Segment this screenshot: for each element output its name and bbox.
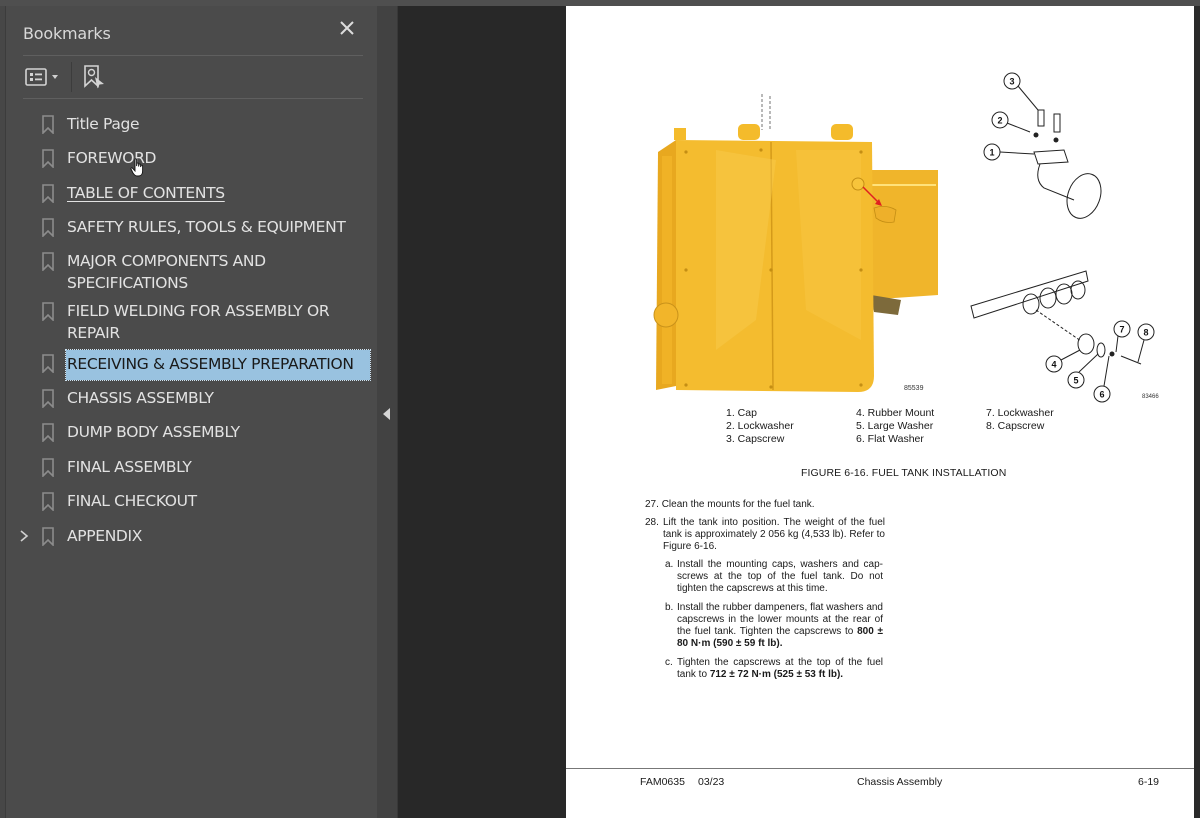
pdf-page: 85539 3 2 1 7 8 4 5 6 83466 1. Cap 2. Lo… <box>566 6 1194 818</box>
bookmark-icon <box>42 527 54 546</box>
footer-page-number: 6-19 <box>1138 776 1160 788</box>
bookmark-icon <box>42 252 54 271</box>
bookmark-label: TABLE OF CONTENTS <box>67 184 225 202</box>
close-icon <box>340 21 354 35</box>
substep-letter: b. <box>665 602 674 613</box>
bookmarks-panel: Bookmarks Title Page FOREWORD TABLE OF C… <box>6 6 377 818</box>
step-28: 28. Lift the tank into position. The wei… <box>645 517 885 553</box>
step-27: 27. Clean the mounts for the fuel tank. <box>645 499 885 511</box>
rubber-mount-diagram: 7 8 4 5 6 <box>970 270 1155 403</box>
bookmark-label-selected: RECEIVING & ASSEMBLY PREPARATION <box>65 349 371 381</box>
legend-column-2: 4. Rubber Mount 5. Large Washer 6. Flat … <box>856 407 934 446</box>
step-number: 28. <box>645 517 659 528</box>
callout-6: 6 <box>1099 390 1104 400</box>
callout-2: 2 <box>997 116 1002 126</box>
footer-section: Chassis Assembly <box>857 776 943 788</box>
toolbar-separator <box>71 62 72 92</box>
figure-caption: FIGURE 6-16. FUEL TANK INSTALLATION <box>801 467 1007 479</box>
torque-value: 712 ± 72 N·m (525 ± 53 ft lb). <box>709 669 844 680</box>
legend-item: 6. Flat Washer <box>856 433 924 445</box>
footer-rule <box>566 768 1194 769</box>
substep-a: a. Install the mounting caps, washers an… <box>665 559 883 595</box>
footer-date: 03/23 <box>698 776 725 788</box>
legend-column-1: 1. Cap 2. Lockwasher 3. Capscrew <box>726 407 794 446</box>
bookmark-icon <box>42 115 54 134</box>
photo-reference-number: 85539 <box>904 385 924 392</box>
viewport-right-edge <box>1194 6 1200 818</box>
legend-item: 2. Lockwasher <box>726 420 794 432</box>
diagram-reference-number: 83466 <box>1142 394 1159 400</box>
legend-item: 3. Capscrew <box>726 433 785 445</box>
bookmark-label: DUMP BODY ASSEMBLY <box>67 423 240 441</box>
collapse-panel-arrow-icon[interactable] <box>383 408 390 420</box>
cap-mount-diagram: 3 2 1 <box>983 72 1102 219</box>
substep-b: b. Install the rubber dampeners, flat wa… <box>665 602 883 650</box>
callout-3: 3 <box>1009 77 1014 87</box>
bookmark-icon <box>42 302 54 321</box>
bookmark-label: SAFETY RULES, TOOLS & EQUIPMENT <box>67 218 346 236</box>
legend-column-3: 7. Lockwasher 8. Capscrew <box>986 407 1054 433</box>
legend-item: 4. Rubber Mount <box>856 407 935 419</box>
legend-item: 5. Large Washer <box>856 420 934 432</box>
callout-4: 4 <box>1051 360 1056 370</box>
toolbar-divider <box>23 98 363 99</box>
bookmark-label: APPENDIX <box>67 527 143 545</box>
substep-text: Install the rubber dampeners, flat washe… <box>677 602 883 637</box>
bookmark-icon <box>42 149 54 168</box>
step-number: 27. <box>645 499 659 510</box>
bookmark-icon <box>42 354 54 373</box>
legend-item: 8. Capscrew <box>986 420 1045 432</box>
bookmark-label: FINAL CHECKOUT <box>67 492 197 510</box>
substep-text: Install the mounting caps, washers and c… <box>677 559 883 594</box>
bookmark-label: MAJOR COMPONENTS AND SPECIFICATIONS <box>67 252 266 292</box>
bookmark-icon <box>42 423 54 442</box>
step-text: Clean the mounts for the fuel tank. <box>661 499 815 510</box>
bookmarks-toolbar <box>23 61 106 93</box>
options-menu-button[interactable] <box>23 66 61 88</box>
callout-5: 5 <box>1073 376 1078 386</box>
bookmark-label: CHASSIS ASSEMBLY <box>67 389 214 407</box>
fuel-tank-photo <box>653 94 938 392</box>
callout-7: 7 <box>1119 325 1124 335</box>
substep-letter: a. <box>665 559 674 570</box>
bookmark-icon <box>42 218 54 237</box>
substep-c: c. Tighten the capscrews at the top of t… <box>665 657 883 681</box>
bookmark-label: Title Page <box>67 115 140 133</box>
bookmark-label: FOREWORD <box>67 149 157 167</box>
callout-8: 8 <box>1143 328 1148 338</box>
bookmark-icon <box>42 492 54 511</box>
legend-item: 7. Lockwasher <box>986 407 1054 419</box>
bookmark-icon <box>42 389 54 408</box>
close-panel-button[interactable] <box>336 17 358 39</box>
panel-title: Bookmarks <box>23 24 111 43</box>
bookmark-label: FIELD WELDING FOR ASSEMBLY OR REPAIR <box>67 302 330 342</box>
panel-splitter[interactable] <box>377 6 398 818</box>
footer-doc-code: FAM0635 <box>640 776 685 788</box>
bookmark-label: FINAL ASSEMBLY <box>67 458 192 476</box>
header-divider <box>23 55 363 56</box>
legend-item: 1. Cap <box>726 407 757 419</box>
substep-letter: c. <box>665 657 673 668</box>
step-text: Lift the tank into position. The weight … <box>663 517 885 552</box>
caret-down-icon <box>52 75 58 79</box>
find-current-bookmark-icon <box>84 65 104 89</box>
find-current-bookmark-button[interactable] <box>82 64 106 90</box>
bookmark-icon <box>42 458 54 477</box>
chevron-right-icon[interactable] <box>18 529 30 543</box>
callout-1: 1 <box>989 148 994 158</box>
hand-pointer-cursor-icon <box>130 158 144 177</box>
list-options-icon <box>25 68 47 86</box>
bookmark-icon <box>42 184 54 203</box>
